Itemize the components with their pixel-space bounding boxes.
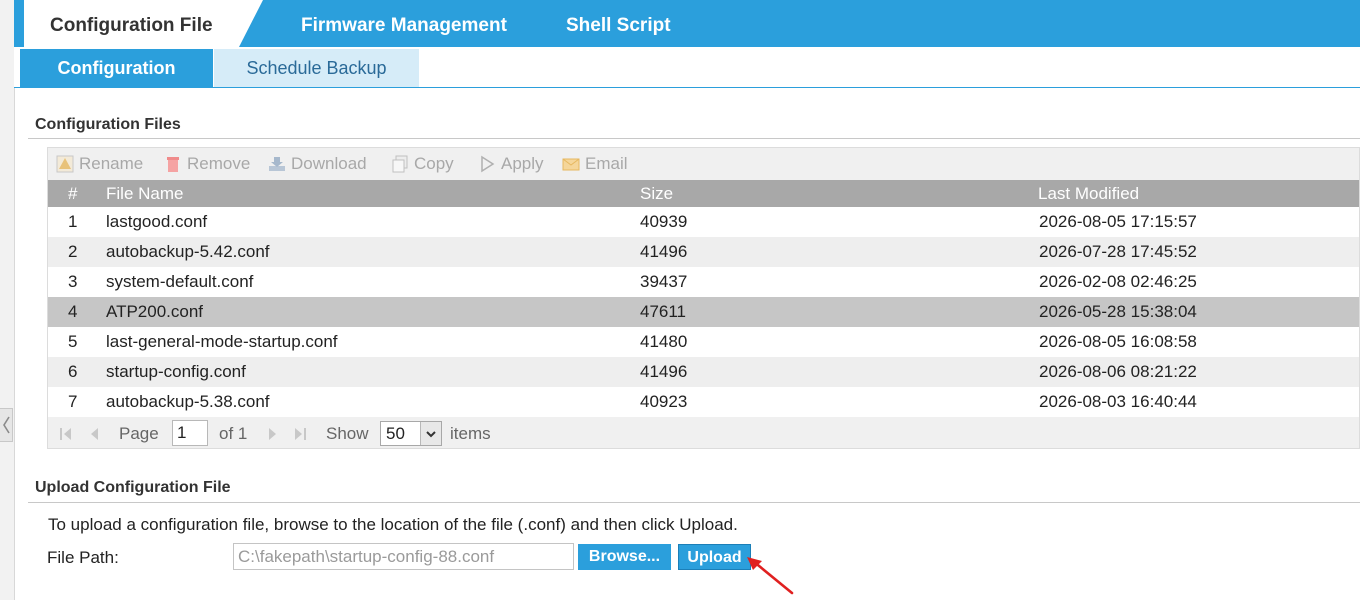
previous-page-icon[interactable]: [86, 425, 104, 443]
next-page-icon[interactable]: [263, 425, 281, 443]
table-row[interactable]: 2 autobackup-5.42.conf 41496 2026-07-28 …: [48, 237, 1359, 267]
rename-button[interactable]: Rename: [56, 154, 143, 174]
grid-header: # File Name Size Last Modified: [48, 180, 1359, 207]
cell-file-name: lastgood.conf: [106, 212, 208, 231]
cell-file-name: ATP200.conf: [106, 302, 204, 321]
config-files-heading: Configuration Files: [35, 116, 181, 133]
sub-tab-bar: Configuration Schedule Backup: [14, 47, 1360, 88]
file-path-label: File Path:: [47, 548, 119, 567]
copy-button[interactable]: Copy: [391, 154, 454, 174]
file-path-input[interactable]: C:\fakepath\startup-config-88.conf: [233, 543, 574, 570]
pointer-arrow-icon: [747, 557, 794, 595]
cell-last-modified: 2026-05-28 15:38:04: [1039, 302, 1197, 321]
items-label: items: [450, 424, 491, 443]
copy-icon: [391, 155, 409, 173]
table-row[interactable]: 5 last-general-mode-startup.conf 41480 2…: [48, 327, 1359, 357]
grid-pager: Page 1 of 1 Show 50 items: [48, 417, 1359, 449]
column-header-file-name[interactable]: File Name: [106, 184, 183, 204]
cell-last-modified: 2026-08-05 17:15:57: [1039, 212, 1197, 231]
cell-num: 2: [68, 242, 78, 261]
cell-file-name: autobackup-5.38.conf: [106, 392, 270, 411]
upload-button[interactable]: Upload: [678, 544, 751, 570]
upload-heading: Upload Configuration File: [35, 479, 231, 496]
download-icon: [268, 155, 286, 173]
chevron-down-icon: [420, 422, 441, 445]
section-divider: [28, 502, 1360, 503]
page-count-label: of 1: [219, 424, 248, 443]
cell-size: 47611: [640, 302, 687, 321]
table-row[interactable]: 3 system-default.conf 39437 2026-02-08 0…: [48, 267, 1359, 297]
cell-size: 41496: [640, 242, 688, 261]
tab-configuration[interactable]: Configuration: [20, 49, 213, 87]
apply-label: Apply: [501, 154, 544, 173]
rename-label: Rename: [79, 154, 144, 173]
grid-toolbar: Rename Remove Download Copy Apply Email: [48, 148, 1359, 180]
column-header-last-modified[interactable]: Last Modified: [1038, 184, 1139, 204]
cell-num: 5: [68, 332, 78, 351]
cell-num: 1: [68, 212, 78, 231]
top-tab-bar: Configuration File Firmware Management S…: [14, 0, 1360, 47]
cell-last-modified: 2026-08-03 16:40:44: [1039, 392, 1197, 411]
left-panel-strip: [0, 0, 15, 600]
config-files-grid: Rename Remove Download Copy Apply Email …: [47, 147, 1360, 449]
table-row[interactable]: 7 autobackup-5.38.conf 40923 2026-08-03 …: [48, 387, 1359, 417]
tab-label: Configuration File: [50, 15, 213, 36]
table-row-selected[interactable]: 4 ATP200.conf 47611 2026-05-28 15:38:04: [48, 297, 1359, 327]
last-page-icon[interactable]: [291, 425, 309, 443]
cell-last-modified: 2026-08-06 08:21:22: [1039, 362, 1197, 381]
column-header-num[interactable]: #: [68, 184, 77, 204]
cell-num: 7: [68, 392, 78, 411]
remove-button[interactable]: Remove: [164, 154, 250, 174]
cell-num: 4: [68, 302, 78, 321]
page-label: Page: [119, 424, 159, 443]
show-label: Show: [326, 424, 369, 443]
cell-last-modified: 2026-02-08 02:46:25: [1039, 272, 1197, 291]
tab-wedge: [238, 0, 263, 47]
upload-instructions: To upload a configuration file, browse t…: [48, 515, 738, 534]
apply-button[interactable]: Apply: [478, 154, 544, 174]
left-strip-bar: [0, 0, 14, 600]
email-button[interactable]: Email: [562, 154, 628, 174]
download-button[interactable]: Download: [268, 154, 367, 174]
email-label: Email: [585, 154, 628, 173]
cell-file-name: startup-config.conf: [106, 362, 246, 381]
cell-size: 39437: [640, 272, 688, 291]
tab-shell-script[interactable]: Shell Script: [566, 0, 671, 47]
rename-icon: [56, 155, 74, 173]
copy-label: Copy: [414, 154, 454, 173]
tab-configuration-file[interactable]: Configuration File: [24, 0, 263, 47]
cell-size: 41496: [640, 362, 688, 381]
cell-size: 40923: [640, 392, 688, 411]
column-header-size[interactable]: Size: [640, 184, 673, 204]
envelope-icon: [562, 155, 580, 173]
cell-last-modified: 2026-08-05 16:08:58: [1039, 332, 1197, 351]
table-row[interactable]: 6 startup-config.conf 41496 2026-08-06 0…: [48, 357, 1359, 387]
cell-file-name: system-default.conf: [106, 272, 254, 291]
section-divider: [28, 138, 1360, 139]
page-size-value: 50: [386, 424, 405, 443]
grid-rows: 1 lastgood.conf 40939 2026-08-05 17:15:5…: [48, 207, 1359, 417]
trash-icon: [164, 155, 182, 173]
remove-label: Remove: [187, 154, 251, 173]
page-size-select[interactable]: 50: [380, 421, 442, 446]
cell-num: 3: [68, 272, 78, 291]
cell-file-name: last-general-mode-startup.conf: [106, 332, 338, 351]
first-page-icon[interactable]: [57, 425, 75, 443]
cell-size: 41480: [640, 332, 688, 351]
tab-schedule-backup[interactable]: Schedule Backup: [214, 49, 419, 87]
chevron-left-icon: [2, 416, 10, 434]
table-row[interactable]: 1 lastgood.conf 40939 2026-08-05 17:15:5…: [48, 207, 1359, 237]
collapse-panel-button[interactable]: [0, 408, 13, 442]
cell-file-name: autobackup-5.42.conf: [106, 242, 270, 261]
page-number-input[interactable]: 1: [172, 420, 208, 446]
cell-num: 6: [68, 362, 78, 381]
tab-firmware-management[interactable]: Firmware Management: [301, 0, 507, 47]
play-icon: [478, 155, 496, 173]
browse-button[interactable]: Browse...: [578, 544, 671, 570]
cell-last-modified: 2026-07-28 17:45:52: [1039, 242, 1197, 261]
cell-size: 40939: [640, 212, 688, 231]
download-label: Download: [291, 154, 367, 173]
